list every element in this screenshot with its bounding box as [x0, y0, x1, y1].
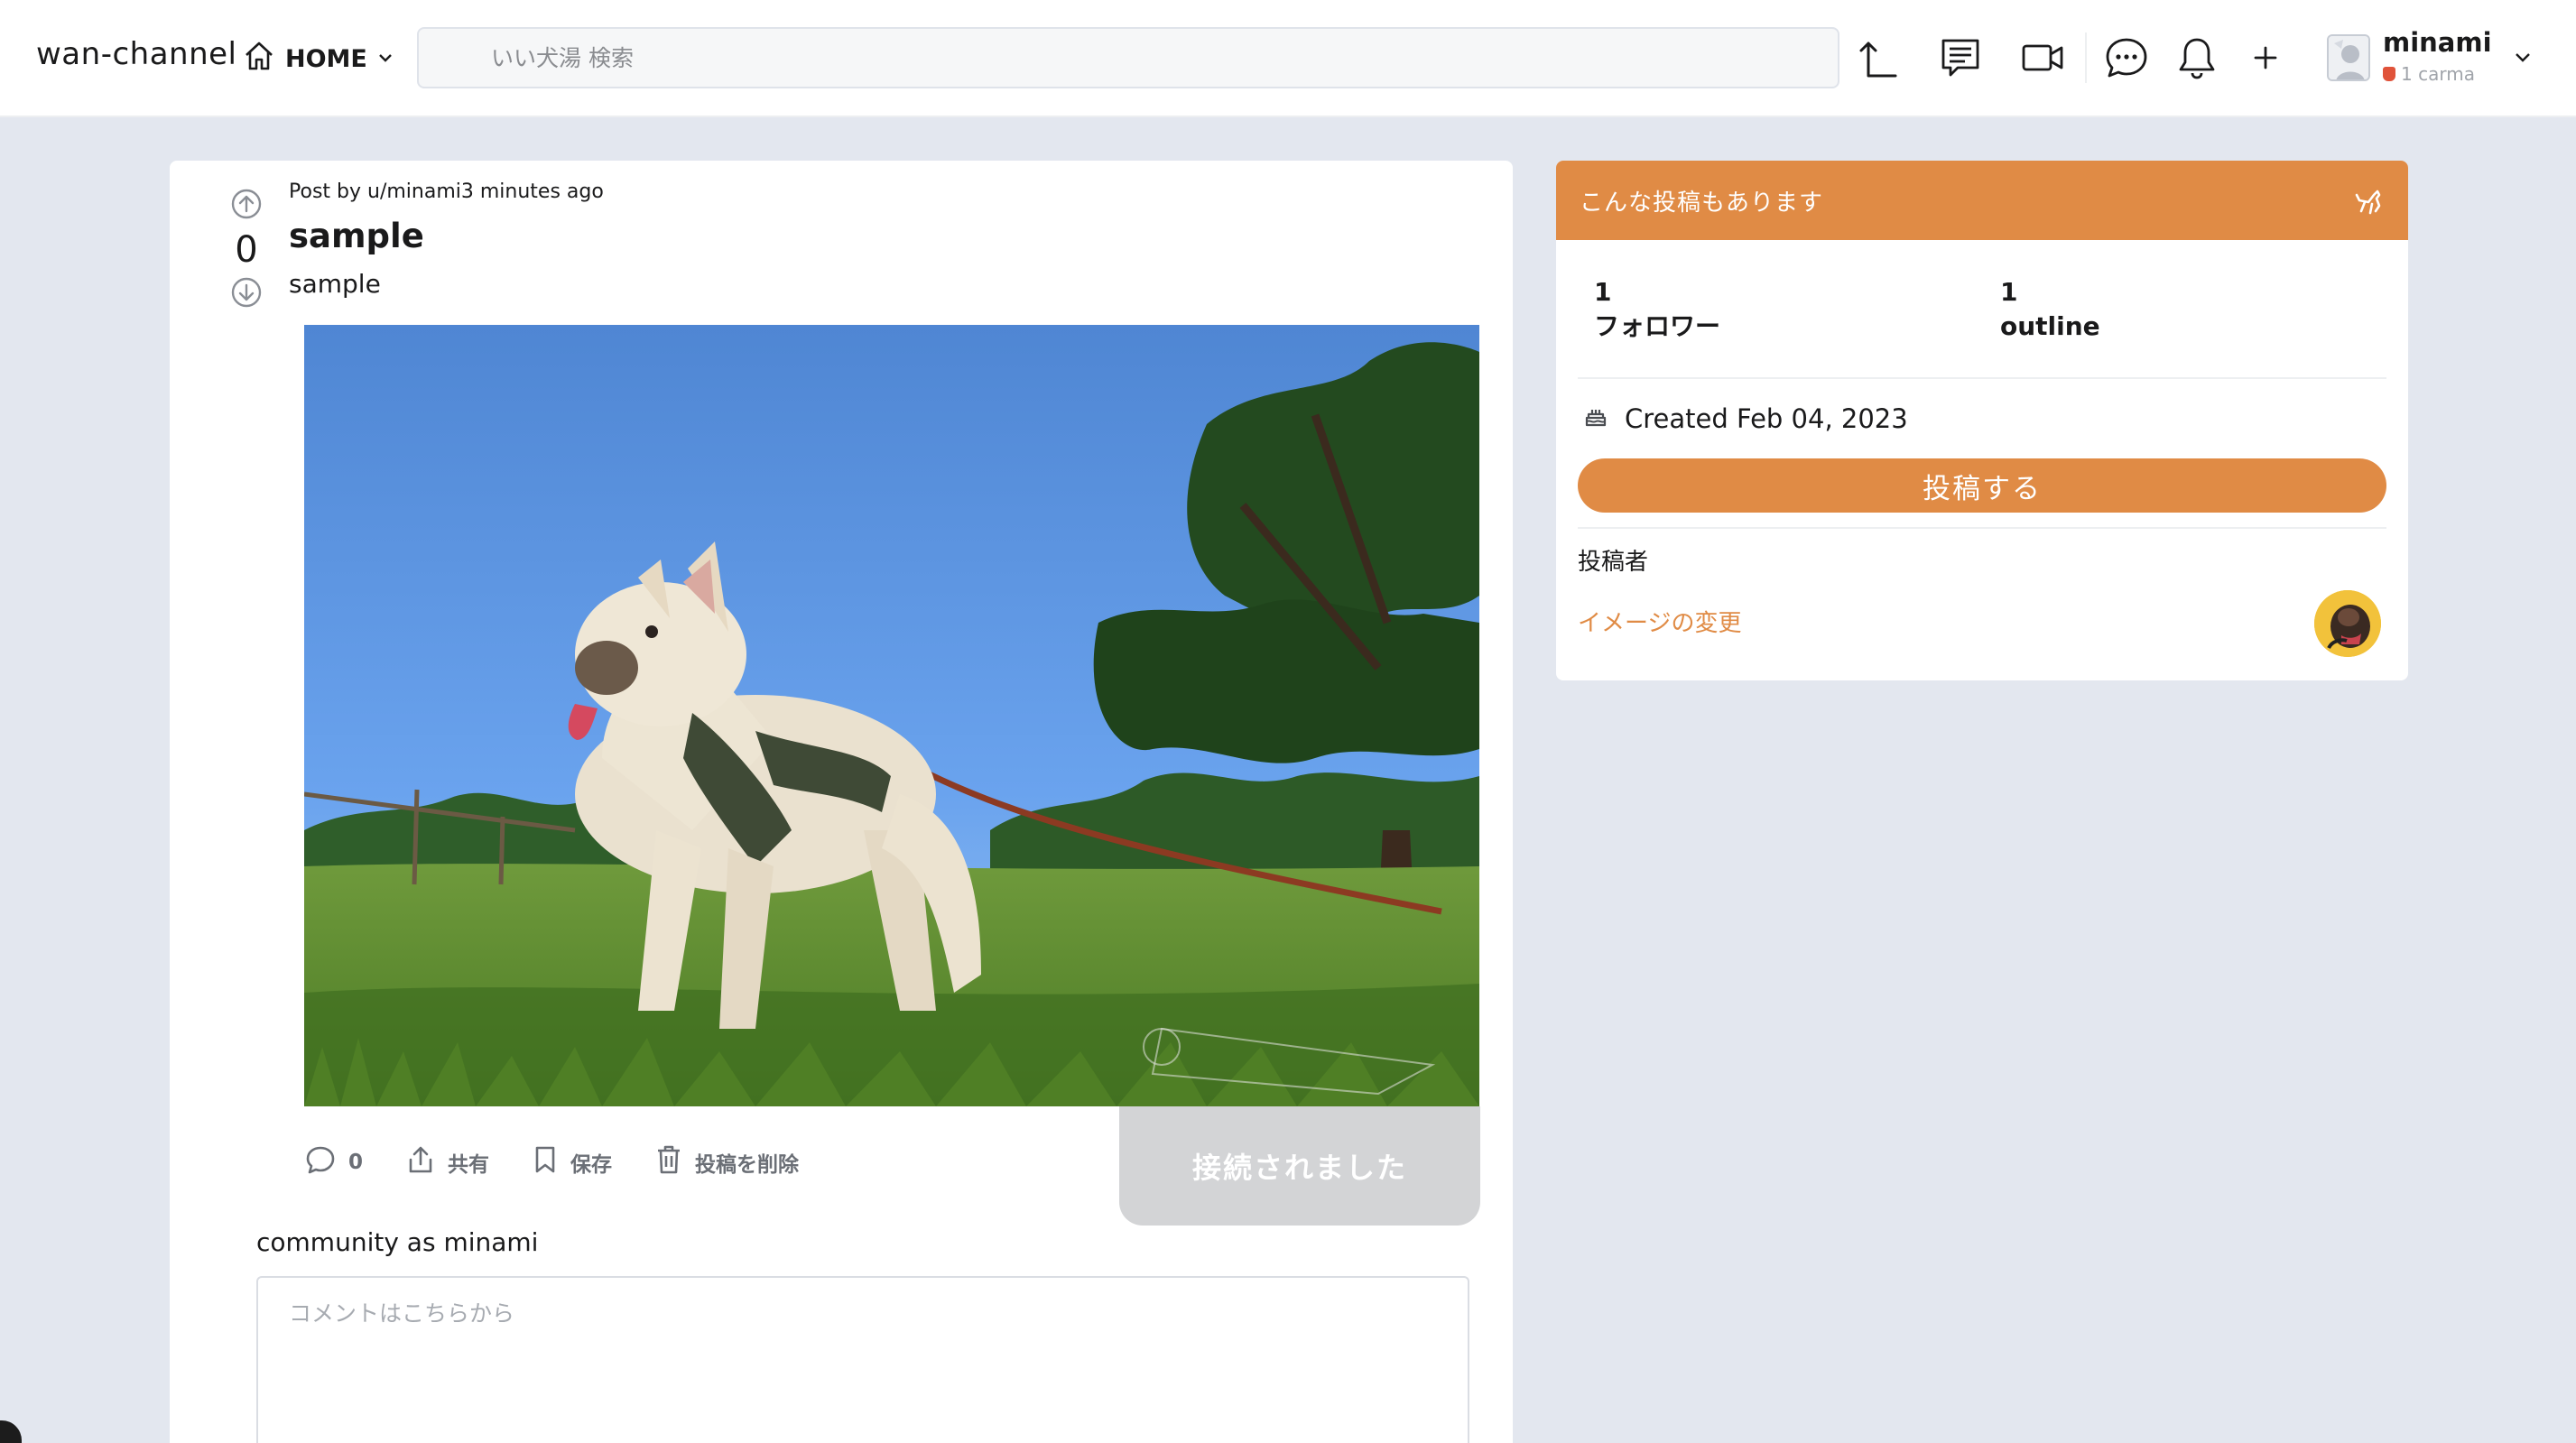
poster-label: 投稿者	[1578, 549, 1649, 576]
dog-icon	[2352, 182, 2388, 222]
chevron-down-icon	[376, 45, 394, 73]
stat-followers: 1 フォロワー	[1594, 276, 1720, 345]
stat-label: フォロワー	[1594, 311, 1721, 341]
user-karma: 1 carma	[2383, 63, 2475, 85]
delete-label: 投稿を削除	[695, 1153, 800, 1177]
cake-icon	[1583, 403, 1608, 435]
downvote-icon[interactable]	[206, 276, 287, 312]
share-label: 共有	[448, 1153, 490, 1177]
vote-column: 0	[206, 188, 287, 312]
popular-icon[interactable]	[1850, 31, 1904, 85]
post-list-icon[interactable]	[1933, 31, 1988, 85]
vote-count: 0	[235, 229, 258, 271]
plus-icon[interactable]	[2238, 31, 2293, 85]
search-input[interactable]	[491, 29, 1755, 87]
chat-icon[interactable]	[2099, 31, 2154, 85]
divider	[1578, 527, 2386, 529]
comment-box[interactable]	[256, 1276, 1469, 1443]
community-stats: 1 フォロワー 1 outline	[1594, 276, 2370, 348]
user-name: minami	[2383, 27, 2492, 58]
bookmark-icon	[533, 1144, 558, 1180]
home-dropdown[interactable]: HOME	[242, 36, 394, 81]
stat-label: outline	[2000, 311, 2100, 341]
post-image[interactable]	[304, 325, 1479, 1106]
divider	[1578, 377, 2386, 379]
save-label: 保存	[570, 1153, 613, 1177]
user-avatar	[2327, 34, 2370, 81]
poster-avatar[interactable]	[2314, 590, 2381, 657]
post-actions: 0 共有 保存 投稿を削除	[305, 1135, 799, 1189]
comment-as-label: community as minami	[256, 1227, 539, 1257]
sidebar-header: こんな投稿もあります	[1556, 161, 2408, 240]
stat-value: 1	[1594, 277, 1612, 307]
stat-value: 1	[2000, 277, 2018, 307]
top-bar: wan-channel HOME minami 1 carm	[0, 0, 2576, 117]
karma-text: 1 carma	[2401, 63, 2475, 85]
created-date: Created Feb 04, 2023	[1583, 401, 1908, 437]
share-button[interactable]: 共有	[406, 1144, 489, 1180]
karma-icon	[2383, 67, 2395, 81]
sidebar-card: こんな投稿もあります 1 フォロワー 1 outline Created Feb…	[1556, 161, 2408, 680]
home-label: HOME	[285, 44, 367, 73]
connected-toast: 接続されました	[1119, 1106, 1480, 1226]
bell-icon[interactable]	[2170, 31, 2224, 85]
trash-icon	[655, 1144, 682, 1180]
share-icon	[406, 1144, 435, 1180]
toolbar-divider	[2085, 32, 2087, 83]
created-text: Created Feb 04, 2023	[1625, 403, 1908, 434]
window-corner	[0, 1420, 22, 1443]
home-icon	[242, 39, 276, 79]
post-card: 0 Post by u/minami3 minutes ago sample s…	[170, 161, 1513, 1443]
post-meta: Post by u/minami3 minutes ago	[289, 180, 604, 203]
chevron-down-icon	[2513, 47, 2533, 70]
brand-logo[interactable]: wan-channel	[36, 36, 237, 72]
stat-outline: 1 outline	[2000, 276, 2100, 345]
create-post-button[interactable]: 投稿する	[1578, 458, 2386, 513]
upvote-icon[interactable]	[206, 188, 287, 224]
search-bar[interactable]	[417, 27, 1839, 88]
comment-input[interactable]	[258, 1278, 1468, 1443]
video-icon[interactable]	[2016, 31, 2071, 85]
comments-button[interactable]: 0	[305, 1144, 363, 1180]
save-button[interactable]: 保存	[533, 1144, 612, 1180]
post-body: sample	[289, 269, 381, 299]
user-menu[interactable]: minami 1 carma	[2321, 23, 2538, 92]
change-image-link[interactable]: イメージの変更	[1578, 605, 1741, 638]
delete-post-button[interactable]: 投稿を削除	[655, 1144, 799, 1180]
sidebar-title: こんな投稿もあります	[1580, 190, 1824, 217]
comment-icon	[305, 1144, 336, 1180]
post-title[interactable]: sample	[289, 217, 424, 255]
comment-count: 0	[348, 1151, 364, 1174]
